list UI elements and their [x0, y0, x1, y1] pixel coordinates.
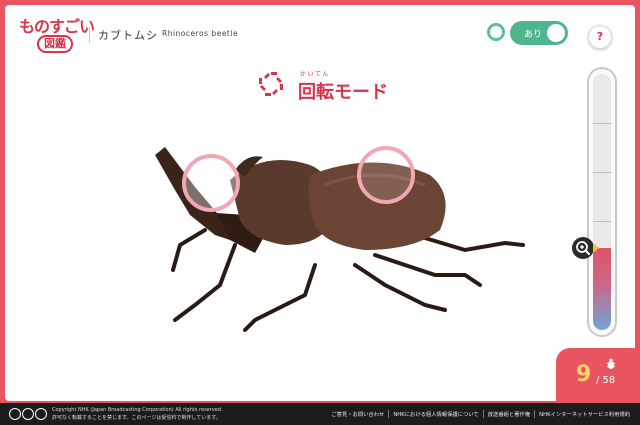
footer: Copyright NHK (Japan Broadcasting Corpor… — [0, 403, 640, 425]
slider-tick — [593, 123, 611, 124]
rotate-icon — [259, 72, 283, 96]
logo-text: ものすごい — [19, 17, 95, 36]
beetle-viewer[interactable] — [135, 135, 535, 345]
creature-name-jp: カブトムシ — [98, 29, 158, 42]
beetle-leg-middle-right — [373, 253, 482, 287]
footer-link-privacy[interactable]: NHKにおける個人情報保護について — [388, 410, 482, 418]
toggle-indicator-icon — [487, 23, 505, 41]
zoom-handle[interactable] — [572, 237, 594, 259]
slider-tick — [593, 221, 611, 222]
footer-link-copyright[interactable]: 放送番組と著作権 — [482, 410, 534, 418]
zoom-slider-track[interactable] — [593, 74, 611, 330]
app-frame: ものすごい 図鑑 カブトムシ Rhinoceros beetle あり ? かい… — [5, 5, 635, 401]
copyright-line-2: 許可なく転載することを禁じます。このページは受信料で制作しています。 — [52, 415, 221, 421]
help-button[interactable]: ? — [588, 25, 612, 49]
creature-counter: 9 / 58 — [556, 348, 640, 404]
mode-title-text: 回転モード — [298, 82, 388, 103]
footer-link-terms[interactable]: NHKインターネットサービス利用規約 — [534, 410, 634, 418]
copyright-text: Copyright NHK (Japan Broadcasting Corpor… — [52, 406, 223, 422]
toggle-label: あり — [524, 30, 543, 40]
nhk-logo-icon[interactable] — [9, 407, 47, 421]
beetle-image[interactable] — [135, 135, 535, 345]
footer-link-contact[interactable]: ご意見・お問い合わせ — [327, 410, 388, 418]
beetle-leg-front-left — [171, 228, 207, 272]
counter-current: 9 — [576, 362, 592, 387]
mode-title: かいてん 回転モード — [256, 63, 406, 107]
counter-total: / 58 — [596, 375, 616, 386]
logo-badge: 図鑑 — [37, 35, 73, 53]
zoom-slider-fill — [593, 248, 611, 330]
copyright-line-1: Copyright NHK (Japan Broadcasting Corpor… — [52, 407, 223, 413]
zoom-pointer-icon — [593, 243, 599, 253]
creature-name-en: Rhinoceros beetle — [162, 29, 239, 38]
rotation-handle-rear[interactable] — [357, 146, 415, 204]
slider-tick — [593, 172, 611, 173]
beetle-icon — [606, 358, 616, 369]
beetle-leg-front-right — [173, 243, 237, 322]
magnify-icon — [576, 241, 590, 255]
mode-ruby: かいてん — [300, 71, 330, 78]
display-toggle[interactable]: あり — [510, 21, 568, 45]
beetle-leg-hind — [413, 233, 525, 253]
beetle-leg-middle — [243, 263, 317, 332]
site-logo[interactable]: ものすごい 図鑑 — [17, 11, 95, 59]
zoom-slider[interactable] — [587, 67, 617, 337]
toggle-knob — [547, 24, 565, 42]
footer-links: ご意見・お問い合わせ NHKにおける個人情報保護について 放送番組と著作権 NH… — [327, 410, 634, 418]
header-divider — [89, 27, 90, 43]
rotation-handle-front[interactable] — [182, 154, 240, 212]
